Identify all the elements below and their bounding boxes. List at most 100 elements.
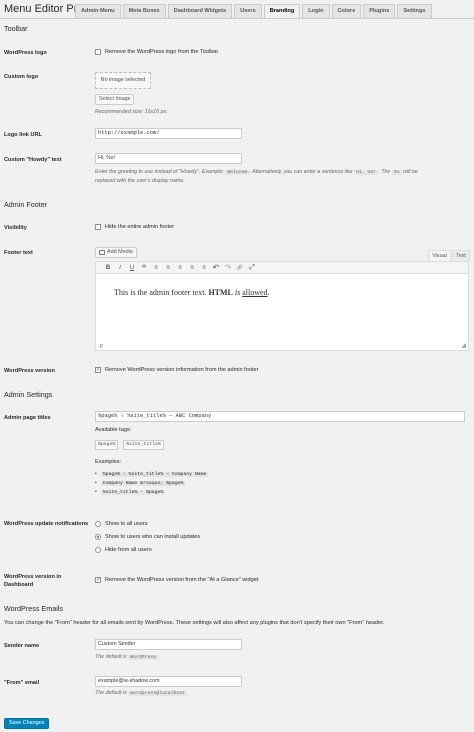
undo-icon[interactable]: ↶ xyxy=(210,263,222,273)
howdy-desc-part: replaced with the user's display name. xyxy=(95,178,185,184)
editor-path: p xyxy=(100,343,103,349)
example-code: %site_title% - %page% xyxy=(100,489,166,495)
footer-text-label: Footer text xyxy=(4,250,33,256)
list-item: • %page% ‹ %site_title% — Company Name xyxy=(95,471,209,477)
howdy-label: Custom "Howdy" text xyxy=(4,157,62,163)
add-media-label: Add Media xyxy=(107,249,133,255)
resize-handle-icon[interactable]: ◢ xyxy=(461,342,466,349)
tab-branding[interactable]: Branding xyxy=(263,4,301,18)
tab-login[interactable]: Login xyxy=(302,4,330,18)
section-heading-admin-footer: Admin Footer xyxy=(4,200,48,209)
nav-tabs: Admin Menu Meta Boxes Dashboard Widgets … xyxy=(75,4,432,18)
wp-version-label: WordPress version xyxy=(4,368,55,374)
bullet-icon: • xyxy=(95,471,97,477)
logo-link-input[interactable]: http://example.com/ xyxy=(95,128,242,139)
bullet-icon: • xyxy=(95,480,97,486)
howdy-desc-part: Enter the greeting to use instead of "Ho… xyxy=(95,169,224,175)
radio-row: Show to users who can install updates xyxy=(95,534,200,540)
bullet-list-icon[interactable]: ≡ xyxy=(150,263,162,273)
bullet-icon: • xyxy=(95,489,97,495)
logo-link-label: Logo link URL xyxy=(4,132,42,138)
version-dashboard-label: WordPress version in Dashboard xyxy=(4,573,61,589)
from-email-input[interactable]: example@w-shadow.com xyxy=(95,676,242,687)
from-email-label: "From" email xyxy=(4,680,40,686)
sender-default-desc: The default is WordPress xyxy=(95,653,159,662)
radio-show-installers[interactable] xyxy=(95,534,101,540)
tab-plugins[interactable]: Plugins xyxy=(363,4,396,18)
page-titles-input[interactable]: %page% ‹ %site_title% — ABC Company xyxy=(95,411,465,422)
save-changes-button[interactable]: Save Changes xyxy=(4,718,50,729)
radio-label: Show to all users xyxy=(105,521,148,527)
numbered-list-icon[interactable]: ≡ xyxy=(162,263,174,273)
tab-settings[interactable]: Settings xyxy=(397,4,432,18)
italic-icon[interactable]: I xyxy=(114,263,126,273)
bold-icon[interactable]: B xyxy=(102,263,114,273)
sender-name-input[interactable]: Custom Sender xyxy=(95,639,242,650)
tab-text[interactable]: Text xyxy=(452,250,470,261)
tab-dashboard-widgets[interactable]: Dashboard Widgets xyxy=(167,4,233,18)
sender-default-text: The default is xyxy=(95,654,127,660)
version-dashboard-label-line: WordPress version in xyxy=(4,574,62,580)
from-email-default-text: The default is xyxy=(95,690,127,696)
remove-version-checkbox[interactable] xyxy=(95,367,101,373)
example-code: Company Name &rsaquo; %page% xyxy=(100,480,186,486)
custom-logo-preview: No image selected xyxy=(95,72,151,89)
hide-footer-checkbox[interactable] xyxy=(95,224,101,230)
wp-logo-checkbox[interactable] xyxy=(95,49,101,55)
radio-row: Show to all users xyxy=(95,521,200,527)
tab-meta-boxes[interactable]: Meta Boxes xyxy=(122,4,166,18)
list-item: • %site_title% - %page% xyxy=(95,489,208,495)
editor-content[interactable]: This is the admin footer text. HTML is a… xyxy=(96,274,468,297)
howdy-desc-part: . Alternatively, you can enter a sentenc… xyxy=(249,169,353,175)
tab-colors[interactable]: Colors xyxy=(331,4,362,18)
editor-text-end: . xyxy=(267,288,270,297)
media-icon xyxy=(99,250,105,255)
editor-toolbar: B I U “ ≡ ≡ ≡ ≡ ≡ ↶ ↷ 🔗 ⤢ xyxy=(96,262,468,274)
howdy-desc-part: will be xyxy=(403,169,418,175)
editor-text: This is the admin footer text. xyxy=(114,288,207,297)
examples-list: • %page% ‹ %site_title% — Company Name • C… xyxy=(95,471,209,495)
remove-glance-version-checkbox[interactable] xyxy=(95,577,101,583)
tags-row: %page% %site_title% xyxy=(95,440,164,450)
emails-intro: You can change the "From" header for all… xyxy=(4,620,385,626)
tag-site-title-button[interactable]: %site_title% xyxy=(123,440,164,450)
page-titles-label: Admin page titles xyxy=(4,415,51,421)
wp-logo-label: WordPress logo xyxy=(4,50,47,56)
custom-logo-label: Custom logo xyxy=(4,74,39,80)
wp-logo-checkbox-text: Remove the WordPress logo from the Toolb… xyxy=(105,49,219,55)
radio-show-all[interactable] xyxy=(95,521,101,527)
fullscreen-icon[interactable]: ⤢ xyxy=(246,263,258,273)
howdy-desc: Enter the greeting to use instead of "Ho… xyxy=(95,168,467,186)
align-right-icon[interactable]: ≡ xyxy=(198,263,210,273)
radio-hide-all[interactable] xyxy=(95,547,101,553)
footer-editor: B I U “ ≡ ≡ ≡ ≡ ≡ ↶ ↷ 🔗 ⤢ This is the ad… xyxy=(95,261,469,351)
select-image-button[interactable]: Select Image xyxy=(95,94,135,105)
editor-link-text[interactable]: allowed xyxy=(242,288,267,297)
tab-visual[interactable]: Visual xyxy=(428,250,451,261)
tag-page-button[interactable]: %page% xyxy=(95,440,119,450)
version-dashboard-label-line: Dashboard xyxy=(4,582,34,588)
list-item: • Company Name &rsaquo; %page% xyxy=(95,480,208,486)
sender-default-code: WordPress xyxy=(128,655,159,660)
update-notifications-label: WordPress update notifications xyxy=(4,521,89,527)
link-icon[interactable]: 🔗 xyxy=(234,263,246,273)
visibility-row: Hide the entire admin footer xyxy=(95,224,174,230)
remove-version-checkbox-text: Remove WordPress version information fro… xyxy=(105,367,259,373)
example-code: %page% ‹ %site_title% — Company Name xyxy=(100,471,209,477)
tab-users[interactable]: Users xyxy=(234,4,262,18)
sender-name-label: Sender name xyxy=(4,643,40,649)
howdy-desc-code: Hi, %s! xyxy=(354,170,379,175)
radio-label: Hide from all users xyxy=(105,547,152,553)
visibility-label: Visibility xyxy=(4,225,27,231)
align-center-icon[interactable]: ≡ xyxy=(186,263,198,273)
blockquote-icon[interactable]: “ xyxy=(138,263,150,273)
align-left-icon[interactable]: ≡ xyxy=(174,263,186,273)
underline-icon[interactable]: U xyxy=(126,263,138,273)
add-media-button[interactable]: Add Media xyxy=(95,247,137,258)
redo-icon[interactable]: ↷ xyxy=(222,263,234,273)
from-email-default-desc: The default is wordpress@localhost xyxy=(95,689,187,698)
examples-label: Examples: xyxy=(95,459,122,465)
howdy-input[interactable]: Hi, %s! xyxy=(95,153,242,164)
tab-admin-menu[interactable]: Admin Menu xyxy=(75,4,121,18)
radio-label: Show to users who can install updates xyxy=(105,534,201,540)
